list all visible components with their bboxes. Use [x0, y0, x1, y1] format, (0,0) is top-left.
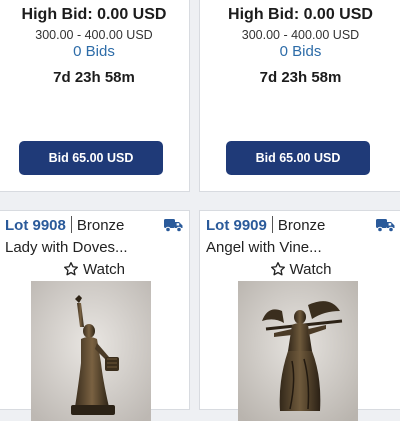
truck-icon: [164, 219, 183, 233]
watch-button[interactable]: Watch: [0, 261, 189, 281]
lot-number[interactable]: Lot 9908: [5, 217, 66, 234]
lot-image[interactable]: [238, 281, 358, 421]
estimate-range: 300.00 - 400.00 USD: [241, 28, 360, 42]
lot-title[interactable]: Angel with Vine...: [206, 239, 395, 256]
bids-link[interactable]: 0 Bids: [200, 43, 400, 60]
lot-number[interactable]: Lot 9909: [206, 217, 267, 234]
lot-category: Bronze: [277, 217, 326, 234]
lot-header: Lot 9908 Bronze: [5, 216, 183, 236]
time-left: 7d 23h 58m: [53, 69, 135, 86]
bid-button[interactable]: Bid 65.00 USD: [19, 141, 163, 175]
time-left: 7d 23h 58m: [259, 69, 342, 86]
bronze-lady-statue-image: [31, 281, 151, 421]
bronze-angel-statue-image: [238, 281, 358, 421]
truck-icon: [376, 219, 395, 233]
divider: [271, 216, 273, 233]
watch-label: Watch: [289, 261, 332, 278]
watch-button[interactable]: Watch: [200, 261, 400, 281]
star-outline-icon: [270, 262, 285, 276]
lot-category: Bronze: [76, 217, 125, 234]
lot-card-9909[interactable]: Lot 9909 Bronze Angel with Vine... Watch: [199, 210, 400, 421]
lot-card-top-left: High Bid: 0.00 USD 300.00 - 400.00 USD 0…: [0, 0, 190, 192]
lot-header: Lot 9909 Bronze: [206, 216, 395, 236]
bids-link[interactable]: 0 Bids: [0, 43, 189, 60]
divider: [70, 216, 72, 233]
high-bid: High Bid: 0.00 USD: [228, 6, 373, 23]
lot-image[interactable]: [31, 281, 151, 421]
bid-button[interactable]: Bid 65.00 USD: [226, 141, 370, 175]
lot-card-9908[interactable]: Lot 9908 Bronze Lady with Doves... Watch: [0, 210, 190, 421]
lot-title[interactable]: Lady with Doves...: [5, 239, 183, 256]
watch-label: Watch: [83, 261, 125, 278]
star-outline-icon: [64, 262, 79, 276]
high-bid: High Bid: 0.00 USD: [21, 6, 167, 23]
lot-card-top-right: High Bid: 0.00 USD 300.00 - 400.00 USD 0…: [199, 0, 400, 192]
estimate-range: 300.00 - 400.00 USD: [35, 28, 153, 42]
